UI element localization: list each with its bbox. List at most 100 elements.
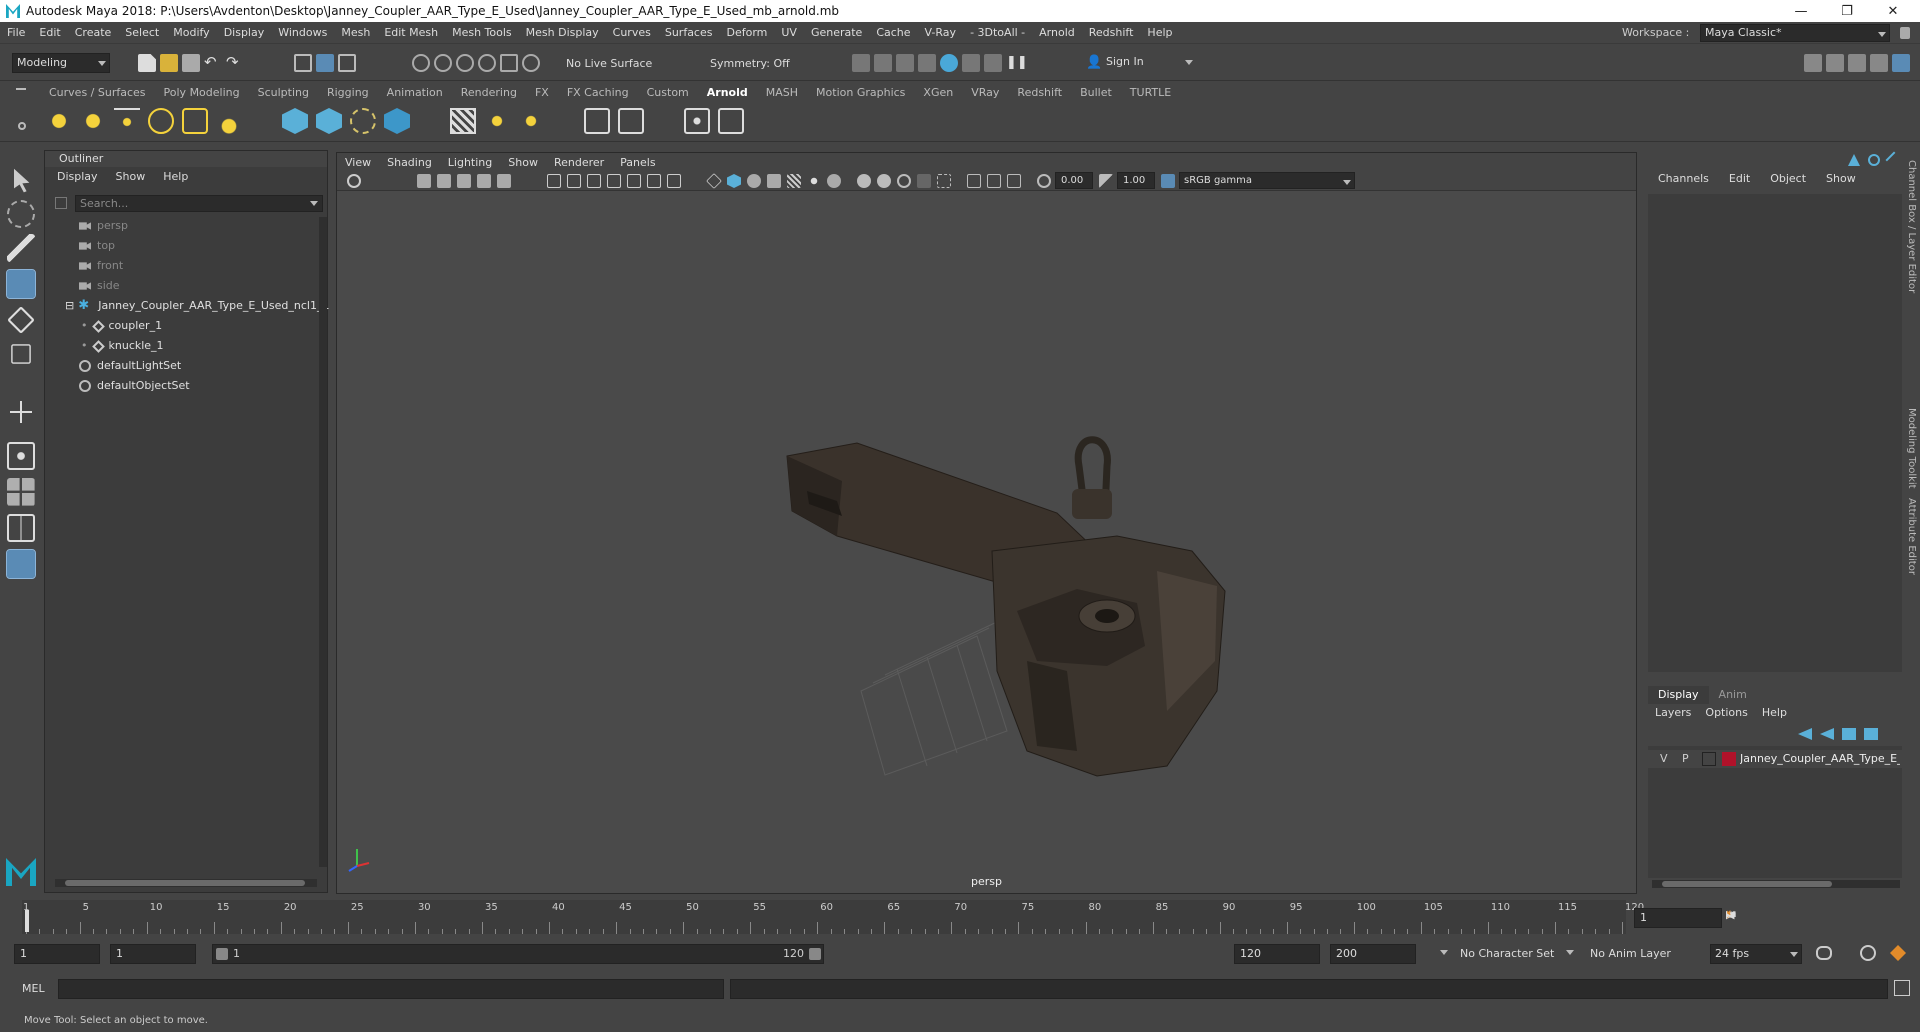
safe-action-icon[interactable] (647, 174, 661, 188)
panel-layout-icon-4[interactable] (1870, 54, 1888, 72)
xray-joints-icon[interactable] (967, 174, 981, 188)
outliner-item[interactable]: persp (79, 217, 128, 235)
character-set-label[interactable]: No Character Set (1460, 947, 1554, 960)
outliner-hscrollbar[interactable] (55, 879, 317, 887)
outliner-item[interactable]: ⊟ ✱ Janney_Coupler_AAR_Type_E_Used_ncl1_1 (65, 297, 329, 315)
lock-icon[interactable] (1900, 27, 1910, 39)
anim-layer-label[interactable]: No Anim Layer (1590, 947, 1671, 960)
animation-end-field[interactable]: 200 (1330, 944, 1416, 964)
menu-select[interactable]: Select (118, 26, 166, 39)
expand-toggle-icon[interactable]: ⊟ (65, 299, 74, 312)
outliner-menu-display[interactable]: Display (57, 170, 98, 183)
move-tool-icon[interactable] (6, 269, 36, 299)
arnold-physical-sky-icon[interactable] (216, 108, 242, 134)
arnold-flush-all-icon[interactable] (584, 108, 610, 134)
gate-mask-icon[interactable] (607, 174, 621, 188)
two-pane-layout-icon[interactable] (7, 514, 35, 542)
camera-attributes-icon[interactable] (417, 174, 431, 188)
menu-cache[interactable]: Cache (869, 26, 917, 39)
shelf-tab-fx-caching[interactable]: FX Caching (558, 84, 638, 102)
menu-v-ray[interactable]: V-Ray (918, 26, 964, 39)
channel-box-toggle-icon[interactable] (1892, 54, 1910, 72)
layer-display-type[interactable] (1702, 752, 1716, 766)
menu-3dtoall[interactable]: - 3DtoAll - (963, 26, 1032, 39)
anim-layer-arrow-icon[interactable] (1566, 950, 1574, 955)
select-component-icon[interactable] (338, 54, 356, 72)
rotate-tool-icon[interactable] (7, 306, 35, 334)
anti-aliasing-icon[interactable] (897, 174, 911, 188)
shelf-tab-turtle[interactable]: TURTLE (1121, 84, 1180, 102)
select-hierarchy-icon[interactable] (294, 54, 312, 72)
shelf-tab-mash[interactable]: MASH (757, 84, 807, 102)
arnold-flush-texture-icon[interactable] (450, 108, 476, 134)
maximize-button[interactable]: ❐ (1824, 0, 1870, 22)
arnold-volume-icon[interactable] (350, 108, 376, 134)
animation-start-field[interactable]: 1 (14, 944, 100, 964)
color-space-dropdown[interactable]: sRGB gamma (1179, 172, 1355, 189)
menu-redshift[interactable]: Redshift (1082, 26, 1141, 39)
lasso-tool-icon[interactable] (7, 200, 35, 228)
shelf-tab-motion-graphics[interactable]: Motion Graphics (807, 84, 914, 102)
channel-box-area[interactable] (1648, 194, 1902, 672)
menu-surfaces[interactable]: Surfaces (658, 26, 720, 39)
render-view-icon[interactable] (852, 54, 870, 72)
open-scene-icon[interactable] (160, 54, 178, 72)
auto-key-icon[interactable] (1860, 945, 1876, 961)
snap-live-icon[interactable] (522, 54, 540, 72)
outliner-layout-icon[interactable] (6, 549, 36, 579)
menu-display[interactable]: Display (217, 26, 272, 39)
move-layer-down-icon[interactable] (1820, 728, 1834, 740)
depth-of-field-icon[interactable] (917, 174, 931, 188)
menu-create[interactable]: Create (68, 26, 119, 39)
shelf-tab-fx[interactable]: FX (526, 84, 558, 102)
outliner-menu-help[interactable]: Help (163, 170, 188, 183)
viewport-panel[interactable]: View Shading Lighting Show Renderer Panels 0.… (336, 152, 1637, 894)
viewport-scene[interactable] (337, 191, 1636, 891)
layer-visibility-toggle[interactable]: V (1660, 752, 1668, 765)
current-frame-field[interactable]: 1 (1634, 908, 1722, 928)
live-surface-label[interactable]: No Live Surface (566, 57, 652, 70)
channel-box-menu-object[interactable]: Object (1760, 170, 1816, 188)
exposure-icon[interactable] (1037, 174, 1051, 188)
menu-edit-mesh[interactable]: Edit Mesh (377, 26, 445, 39)
render-settings-icon[interactable] (918, 54, 936, 72)
outliner-filter-icon[interactable] (55, 197, 67, 209)
channel-box-menu-show[interactable]: Show (1816, 170, 1866, 188)
layer-menu-help[interactable]: Help (1755, 704, 1794, 722)
channel-box-icon-3[interactable] (1885, 151, 1903, 169)
snap-curve-icon[interactable] (434, 54, 452, 72)
side-tab-modeling-toolkit[interactable]: Modeling Toolkit (1906, 408, 1917, 489)
layer-row[interactable]: V P Janney_Coupler_AAR_Type_E_Used (1648, 750, 1902, 768)
menu-windows[interactable]: Windows (271, 26, 334, 39)
shelf-tab-bullet[interactable]: Bullet (1071, 84, 1121, 102)
arnold-area-light-icon[interactable] (46, 108, 72, 134)
smooth-shade-icon[interactable] (727, 174, 741, 188)
arnold-photometric-light-icon[interactable] (114, 108, 140, 134)
layer-tab-display[interactable]: Display (1648, 686, 1709, 704)
arnold-flush-quad-icon[interactable] (518, 108, 544, 134)
outliner-item[interactable]: defaultObjectSet (79, 377, 190, 395)
xray-icon[interactable] (787, 174, 801, 188)
outliner-item[interactable]: defaultLightSet (79, 357, 181, 375)
select-tool-icon[interactable] (14, 168, 30, 193)
move-layer-up-icon[interactable] (1798, 728, 1812, 740)
shelf-tab-animation[interactable]: Animation (378, 84, 452, 102)
shelf-settings-icon[interactable] (18, 122, 26, 130)
backface-culling-icon[interactable] (1007, 174, 1021, 188)
viewport-menu-show[interactable]: Show (500, 156, 546, 169)
shelf-tab-curves-surfaces[interactable]: Curves / Surfaces (40, 84, 155, 102)
hypershade-icon[interactable] (940, 54, 958, 72)
command-input[interactable] (58, 979, 724, 999)
snap-grid-icon[interactable] (412, 54, 430, 72)
resolution-gate-icon[interactable] (587, 174, 601, 188)
go-to-end-icon[interactable]: ⏭ (1726, 908, 1740, 922)
playback-end-field[interactable]: 120 (1234, 944, 1320, 964)
layer-playback-toggle[interactable]: P (1682, 752, 1689, 765)
channel-box-icon-2[interactable] (1868, 154, 1880, 166)
outliner-menu-show[interactable]: Show (116, 170, 146, 183)
textured-icon[interactable] (767, 174, 781, 188)
workspace-dropdown[interactable]: Maya Classic* (1700, 24, 1890, 42)
menu-mesh-display[interactable]: Mesh Display (519, 26, 606, 39)
layer-menu-layers[interactable]: Layers (1648, 704, 1698, 722)
sign-in-dropdown[interactable]: Sign In (1084, 53, 1196, 73)
